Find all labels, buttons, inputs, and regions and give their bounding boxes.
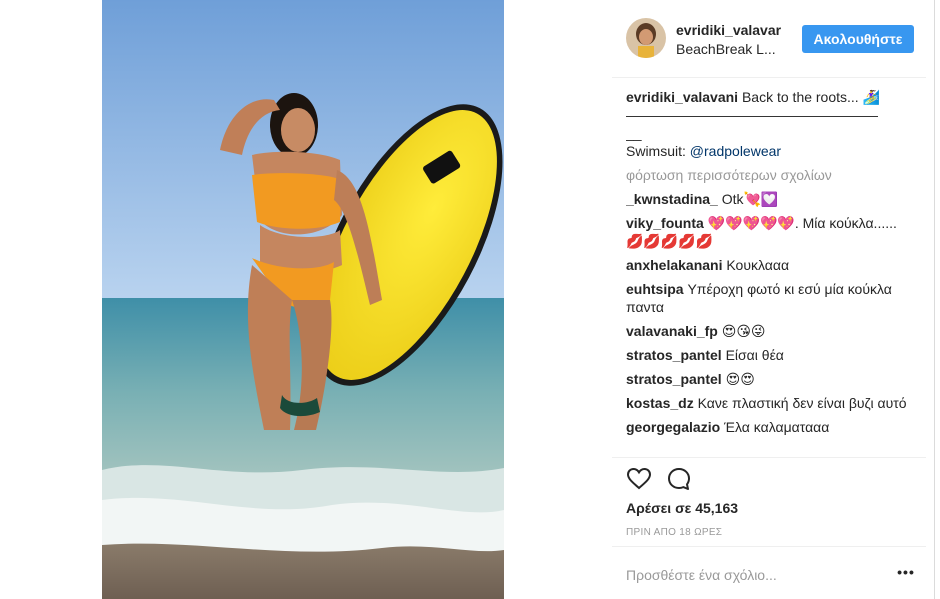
post-header: evridiki_valavar BeachBreak L... Ακολουθ… — [612, 0, 926, 78]
comments-list[interactable]: evridiki_valavani Back to the roots... 🏄… — [626, 88, 916, 456]
comment-text: 😍😘😜 — [721, 323, 766, 339]
comment-username[interactable]: euhtsipa — [626, 281, 684, 297]
list-item: stratos_pantel Είσαι θέα — [626, 346, 916, 364]
list-item: euhtsipa Υπέροχη φωτό κι εσύ μία κούκλα … — [626, 280, 916, 316]
comment-username[interactable]: _kwnstadina_ — [626, 191, 718, 207]
avatar[interactable] — [626, 18, 666, 58]
list-item: anxhelakanani Κουκλααα — [626, 256, 916, 274]
username[interactable]: evridiki_valavar — [676, 22, 781, 38]
heart-icon[interactable] — [626, 466, 652, 492]
caption-username[interactable]: evridiki_valavani — [626, 89, 738, 105]
list-item: stratos_pantel 😍😍 — [626, 370, 916, 388]
comment-username[interactable]: georgegalazio — [626, 419, 720, 435]
post-sidebar: evridiki_valavar BeachBreak L... Ακολουθ… — [612, 0, 934, 599]
follow-button[interactable]: Ακολουθήστε — [802, 25, 914, 53]
post-photo[interactable] — [102, 0, 504, 599]
divider — [612, 457, 926, 458]
likes-count[interactable]: Αρέσει σε 45,163 — [626, 500, 738, 516]
post-modal: evridiki_valavar BeachBreak L... Ακολουθ… — [0, 0, 940, 599]
comment-text: Κανε πλαστική δεν είναι βυζι αυτό — [697, 395, 907, 411]
caption-rule-short: __ — [626, 125, 642, 141]
comment-username[interactable]: kostas_dz — [626, 395, 694, 411]
add-comment-input[interactable] — [626, 565, 876, 585]
comment-bubble-icon[interactable] — [666, 466, 692, 492]
caption-text: Back to the roots... 🏄‍♀️ — [741, 89, 881, 105]
list-item: _kwnstadina_ Otk💘💟 — [626, 190, 916, 208]
caption-rule: —————————————————— — [626, 107, 878, 123]
caption-mention-link[interactable]: @radpolewear — [690, 143, 781, 159]
caption-swimsuit-label: Swimsuit: — [626, 143, 686, 159]
divider — [934, 0, 935, 599]
add-comment-bar: ••• — [612, 546, 926, 599]
list-item: viky_founta 💖💖💖💖💖. Μία κούκλα...... 💋💋💋💋… — [626, 214, 916, 250]
list-item: kostas_dz Κανε πλαστική δεν είναι βυζι α… — [626, 394, 916, 412]
load-more-comments-button[interactable]: φόρτωση περισσότερων σχολίων — [626, 166, 916, 184]
comment-username[interactable]: valavanaki_fp — [626, 323, 718, 339]
comment-text: Otk💘💟 — [721, 191, 779, 207]
avatar-image — [626, 18, 666, 58]
comment-text: Έλα καλαματααα — [724, 419, 830, 435]
comment-username[interactable]: stratos_pantel — [626, 371, 722, 387]
list-item: valavanaki_fp 😍😘😜 — [626, 322, 916, 340]
comment-username[interactable]: anxhelakanani — [626, 257, 723, 273]
comment-text: Είσαι θέα — [725, 347, 784, 363]
more-options-icon[interactable]: ••• — [896, 563, 916, 583]
comment-username[interactable]: stratos_pantel — [626, 347, 722, 363]
caption: evridiki_valavani Back to the roots... 🏄… — [626, 88, 916, 160]
comment-text: 😍😍 — [725, 371, 755, 387]
list-item: georgegalazio Έλα καλαματααα — [626, 418, 916, 436]
beach-surfer-image — [102, 0, 504, 599]
post-timestamp[interactable]: ΠΡΙΝ ΑΠΟ 18 ΩΡΕΣ — [626, 527, 722, 538]
comment-text: Κουκλααα — [726, 257, 790, 273]
comment-username[interactable]: viky_founta — [626, 215, 704, 231]
location-link[interactable]: BeachBreak L... — [676, 41, 776, 57]
